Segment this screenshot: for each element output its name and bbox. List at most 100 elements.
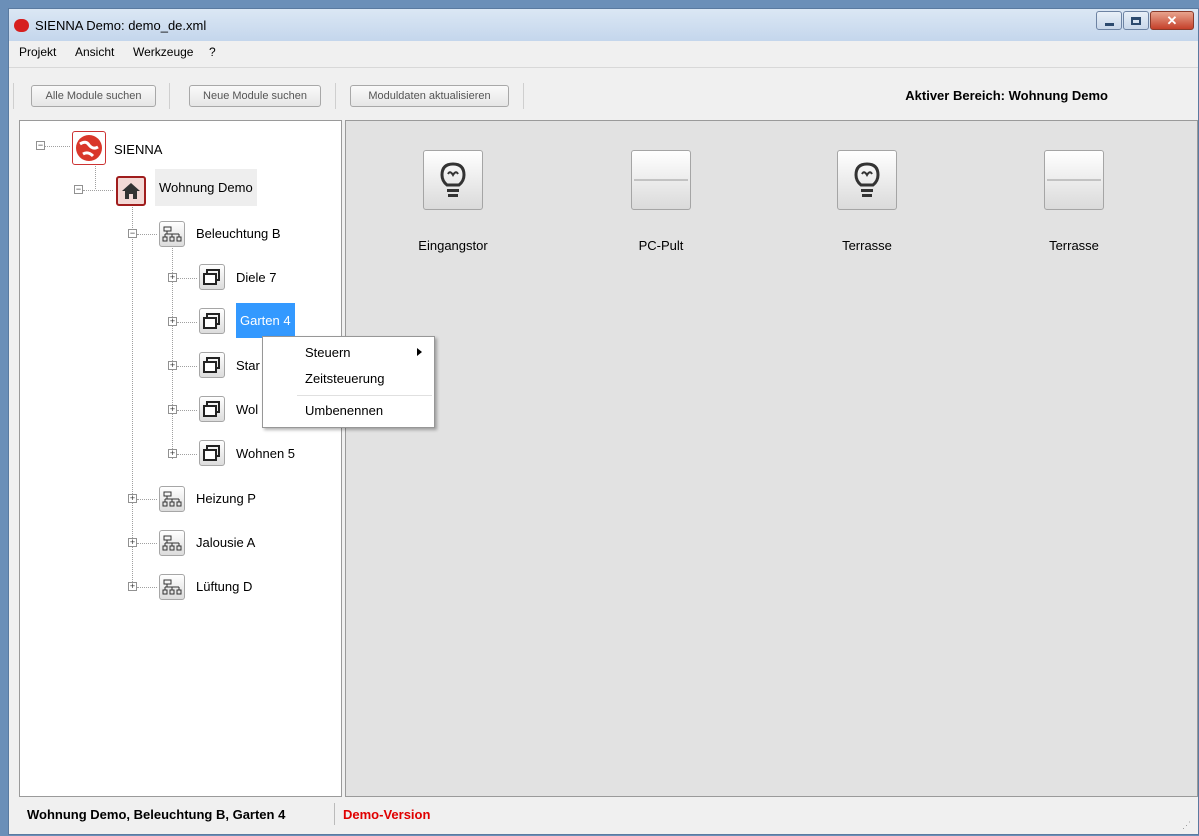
find-new-modules-button[interactable]: Neue Module suchen <box>189 85 321 107</box>
module-card[interactable]: PC-Pult <box>596 150 726 253</box>
close-icon: ✕ <box>1166 13 1178 28</box>
module-icon-button[interactable] <box>837 150 897 210</box>
expand-toggle[interactable]: + <box>168 361 177 370</box>
tree-node-sienna[interactable] <box>72 131 106 165</box>
module-icon-button[interactable] <box>631 150 691 210</box>
module-card[interactable]: Terrasse <box>802 150 932 253</box>
menu-werkzeuge[interactable]: Werkzeuge <box>133 45 193 59</box>
module-area: Eingangstor PC-Pult Terrasse Terrasse <box>345 120 1198 797</box>
window-controls: ✕ <box>1095 11 1194 31</box>
toolbar: Alle Module suchen Neue Module suchen Mo… <box>9 75 1198 119</box>
submenu-arrow-icon <box>417 348 422 356</box>
tree-line <box>177 410 197 411</box>
tree-node-group[interactable] <box>159 486 185 512</box>
module-label: Terrasse <box>1049 238 1099 253</box>
expand-toggle[interactable]: + <box>128 494 137 503</box>
tree-label-home[interactable]: Wohnung Demo <box>155 169 257 206</box>
tree-label-room[interactable]: Wol <box>236 402 258 417</box>
title-bar: SIENNA Demo: demo_de.xml ✕ <box>9 9 1198 41</box>
tree-label-room[interactable]: Diele 7 <box>236 270 276 285</box>
room-icon <box>203 445 220 461</box>
tree-node-room[interactable] <box>199 396 225 422</box>
collapse-toggle[interactable]: − <box>36 141 45 150</box>
tree-label-group[interactable]: Heizung P <box>196 491 256 506</box>
tree-node-group[interactable] <box>159 574 185 600</box>
tree-node-home[interactable] <box>116 176 146 206</box>
expand-toggle[interactable]: + <box>168 449 177 458</box>
maximize-button[interactable] <box>1123 11 1149 30</box>
tree-node-room[interactable] <box>199 352 225 378</box>
find-all-modules-button[interactable]: Alle Module suchen <box>31 85 156 107</box>
module-label: Terrasse <box>842 238 892 253</box>
tree-label-room[interactable]: Wohnen 5 <box>236 446 295 461</box>
network-icon <box>162 535 182 551</box>
context-menu-umbenennen[interactable]: Umbenennen <box>305 403 383 418</box>
tree-line <box>137 499 157 500</box>
tree-line <box>137 587 157 588</box>
tree-line <box>132 204 133 586</box>
demo-version-label: Demo-Version <box>343 807 431 822</box>
tree-node-group[interactable] <box>159 530 185 556</box>
app-icon <box>14 19 29 32</box>
tree-line <box>177 454 197 455</box>
toolbar-separator <box>169 83 170 109</box>
menu-separator <box>297 395 432 396</box>
tree-line <box>137 234 157 235</box>
tree-node-room[interactable] <box>199 308 225 334</box>
tree-label-group[interactable]: Lüftung D <box>196 579 252 594</box>
expand-toggle[interactable]: + <box>168 405 177 414</box>
menu-help[interactable]: ? <box>209 45 216 59</box>
network-icon <box>162 491 182 507</box>
expand-toggle[interactable]: + <box>128 538 137 547</box>
tree-line <box>45 146 70 147</box>
collapse-toggle[interactable]: − <box>128 229 137 238</box>
update-module-data-button[interactable]: Moduldaten aktualisieren <box>350 85 509 107</box>
context-menu-steuern[interactable]: Steuern <box>305 345 351 360</box>
switch-icon <box>1047 179 1101 181</box>
room-icon <box>203 269 220 285</box>
active-area-label: Aktiver Bereich: Wohnung Demo <box>905 88 1108 103</box>
status-bar: Wohnung Demo, Beleuchtung B, Garten 4 De… <box>9 799 1198 836</box>
tree-label-group[interactable]: Jalousie A <box>196 535 255 550</box>
minimize-icon <box>1105 23 1114 26</box>
module-icon-button[interactable] <box>423 150 483 210</box>
expand-toggle[interactable]: + <box>128 582 137 591</box>
menu-ansicht[interactable]: Ansicht <box>75 45 114 59</box>
menu-bar: Projekt Ansicht Werkzeuge ? <box>9 41 1198 68</box>
expand-toggle[interactable]: + <box>168 317 177 326</box>
module-icon-button[interactable] <box>1044 150 1104 210</box>
tree-line <box>177 366 197 367</box>
tree-line <box>137 543 157 544</box>
module-card[interactable]: Eingangstor <box>388 150 518 253</box>
module-card[interactable]: Terrasse <box>1009 150 1139 253</box>
status-separator <box>334 803 335 825</box>
light-bulb-icon <box>854 162 880 197</box>
tree-label-room-selected[interactable]: Garten 4 <box>236 303 295 338</box>
home-icon <box>122 183 140 199</box>
tree-line <box>177 278 197 279</box>
context-menu-zeitsteuerung[interactable]: Zeitsteuerung <box>305 371 385 386</box>
expand-toggle[interactable]: + <box>168 273 177 282</box>
tree-node-group[interactable] <box>159 221 185 247</box>
module-label: PC-Pult <box>638 238 684 253</box>
status-path: Wohnung Demo, Beleuchtung B, Garten 4 <box>27 807 286 822</box>
tree-label-group[interactable]: Beleuchtung B <box>196 226 281 241</box>
toolbar-separator <box>523 83 524 109</box>
window-title: SIENNA Demo: demo_de.xml <box>35 18 207 33</box>
context-menu: Steuern Zeitsteuerung Umbenennen <box>262 336 435 428</box>
room-icon <box>203 357 220 373</box>
close-button[interactable]: ✕ <box>1150 11 1194 30</box>
project-tree: − SIENNA − Wohnung Demo − Beleuchtung B … <box>19 120 342 797</box>
resize-grip-icon[interactable]: ⋰ <box>1182 820 1192 830</box>
menu-projekt[interactable]: Projekt <box>19 45 56 59</box>
globe-icon <box>76 135 102 161</box>
room-icon <box>203 401 220 417</box>
tree-label-sienna[interactable]: SIENNA <box>114 142 162 157</box>
tree-line <box>83 190 113 191</box>
tree-node-room[interactable] <box>199 264 225 290</box>
minimize-button[interactable] <box>1096 11 1122 30</box>
tree-node-room[interactable] <box>199 440 225 466</box>
tree-label-room[interactable]: Star <box>236 358 260 373</box>
tree-line <box>177 322 197 323</box>
collapse-toggle[interactable]: − <box>74 185 83 194</box>
